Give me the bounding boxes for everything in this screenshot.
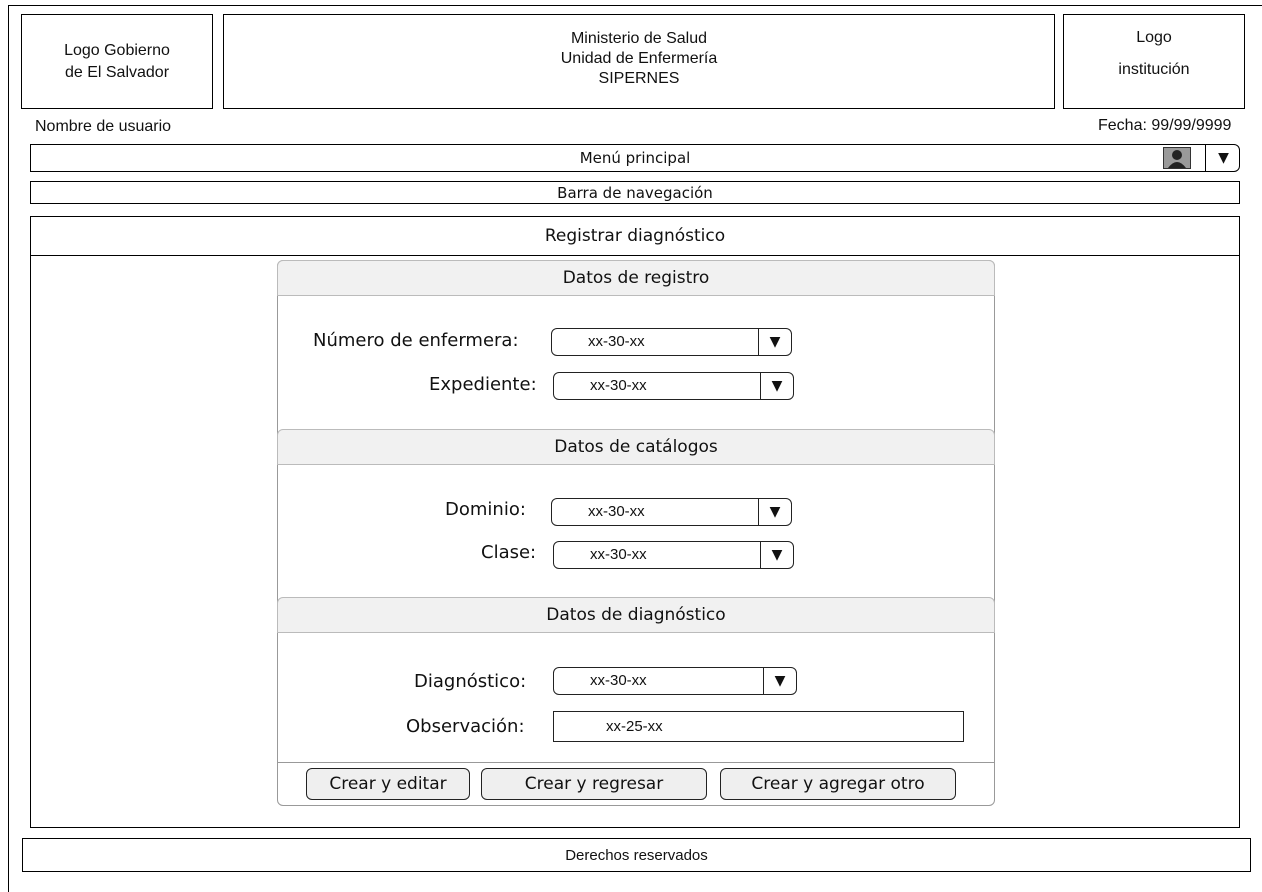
section-diagnostico-title: Datos de diagnóstico — [546, 605, 726, 625]
navigation-bar-label: Barra de navegación — [557, 183, 713, 202]
logo-institution: Logo institución — [1063, 14, 1245, 109]
chevron-down-icon: ▼ — [760, 373, 793, 399]
main-menu-label: Menú principal — [579, 149, 691, 167]
class-label: Clase: — [481, 542, 537, 563]
logo-government: Logo Gobierno de El Salvador — [21, 14, 213, 109]
create-back-label: Crear y regresar — [524, 774, 664, 794]
navigation-bar[interactable]: Barra de navegación — [30, 181, 1240, 204]
button-row-divider — [277, 762, 995, 763]
footer: Derechos reservados — [22, 838, 1251, 872]
class-value: xx-30-xx — [590, 546, 647, 563]
unit-name: Unidad de Enfermería — [560, 50, 718, 67]
record-label: Expediente: — [429, 374, 537, 395]
section-diagnostico-header: Datos de diagnóstico — [277, 597, 995, 633]
page-title-text: Registrar diagnóstico — [544, 226, 726, 246]
chevron-down-icon: ▼ — [1218, 150, 1229, 166]
header-title-block: Ministerio de Salud Unidad de Enfermería… — [223, 14, 1055, 109]
observation-input[interactable]: xx-25-xx — [553, 711, 964, 742]
observation-label: Observación: — [406, 716, 525, 737]
chevron-down-icon: ▼ — [758, 499, 791, 525]
record-select[interactable]: xx-30-xx ▼ — [553, 372, 794, 400]
page-title: Registrar diagnóstico — [30, 216, 1240, 256]
class-select[interactable]: xx-30-xx ▼ — [553, 541, 794, 569]
section-registro-title: Datos de registro — [562, 268, 710, 288]
current-date: Fecha: 99/99/9999 — [1098, 117, 1232, 134]
section-registro-header: Datos de registro — [277, 260, 995, 296]
main-menu-bar[interactable]: Menú principal — [30, 144, 1240, 172]
menu-dropdown-button[interactable]: ▼ — [1205, 144, 1241, 172]
create-add-label: Crear y agregar otro — [751, 774, 925, 794]
record-value: xx-30-xx — [590, 377, 647, 394]
domain-label: Dominio: — [445, 499, 526, 520]
diagnosis-label: Diagnóstico: — [414, 671, 527, 692]
create-back-button[interactable]: Crear y regresar — [481, 768, 707, 800]
logo-government-text: Logo Gobierno de El Salvador — [64, 41, 170, 81]
chevron-down-icon: ▼ — [760, 542, 793, 568]
domain-value: xx-30-xx — [588, 503, 645, 520]
section-catalogos-title: Datos de catálogos — [554, 437, 718, 457]
chevron-down-icon: ▼ — [758, 329, 791, 355]
footer-text: Derechos reservados — [565, 846, 708, 864]
chevron-down-icon: ▼ — [763, 668, 796, 694]
domain-select[interactable]: xx-30-xx ▼ — [551, 498, 792, 526]
logo-institution-line1: Logo — [1136, 29, 1172, 46]
nurse-number-select[interactable]: xx-30-xx ▼ — [551, 328, 792, 356]
ministry-name: Ministerio de Salud — [570, 30, 708, 47]
diagnosis-value: xx-30-xx — [590, 672, 647, 689]
diagnosis-select[interactable]: xx-30-xx ▼ — [553, 667, 797, 695]
user-avatar-icon[interactable] — [1163, 147, 1191, 169]
create-add-button[interactable]: Crear y agregar otro — [720, 768, 956, 800]
logo-institution-line2: institución — [1118, 61, 1190, 78]
observation-value: xx-25-xx — [606, 718, 663, 735]
section-catalogos-header: Datos de catálogos — [277, 429, 995, 465]
nurse-number-label: Número de enfermera: — [313, 330, 519, 351]
nurse-number-value: xx-30-xx — [588, 333, 645, 350]
create-edit-label: Crear y editar — [329, 774, 447, 794]
system-name: SIPERNES — [598, 70, 680, 87]
create-edit-button[interactable]: Crear y editar — [306, 768, 470, 800]
user-name: Nombre de usuario — [35, 118, 172, 135]
